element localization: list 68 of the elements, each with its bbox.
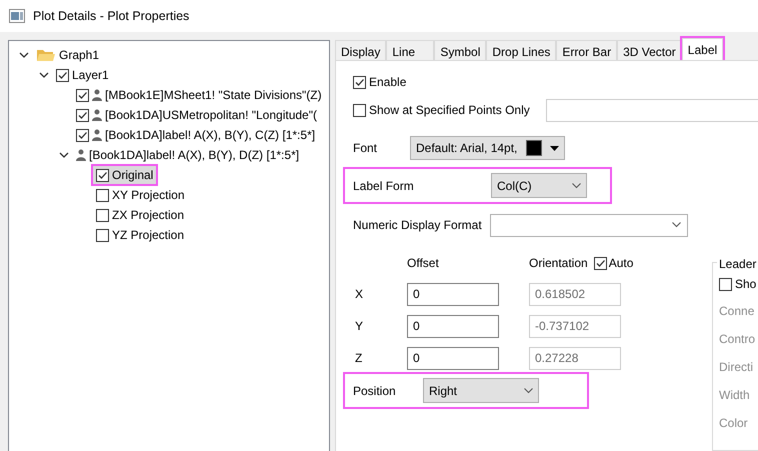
checkbox[interactable] (76, 88, 89, 102)
input-field[interactable]: 0.618502 (529, 282, 621, 306)
dropdown[interactable]: Right (423, 378, 539, 403)
tree-item[interactable]: [Book1DA]label! A(X), B(Y), D(Z) [1*:5*] (89, 146, 300, 164)
tree-item[interactable]: Layer1 (72, 66, 109, 84)
axis-label: Y (354, 318, 364, 335)
field-label: Font (353, 140, 378, 157)
tree-item[interactable]: Graph1 (59, 46, 100, 64)
input-field[interactable]: -0.737102 (529, 314, 621, 338)
checkbox[interactable] (353, 104, 366, 116)
tree-item[interactable]: XY Projection (93, 186, 188, 204)
field-label: Width (719, 387, 750, 404)
column-header: Offset (407, 255, 440, 272)
axis-label: X (354, 286, 364, 303)
caret-icon (550, 146, 559, 150)
field-label: Position (353, 382, 397, 400)
chevron-icon (572, 182, 581, 188)
tree-item[interactable]: [MBook1E]MSheet1! "State Divisions"(Z) (105, 86, 322, 104)
field-label: Label Form (353, 178, 415, 194)
tree-item[interactable]: YZ Projection (93, 226, 188, 244)
field-label: Color (719, 415, 748, 432)
checkbox[interactable] (594, 256, 607, 270)
folder-icon (36, 48, 56, 62)
axis-label: Z (354, 350, 364, 367)
field-label: Contro (719, 331, 756, 348)
person-icon (92, 129, 102, 141)
column-header: Orientation (529, 255, 588, 272)
checkbox[interactable] (96, 228, 109, 242)
checkbox[interactable] (76, 128, 89, 142)
tab[interactable]: Display (335, 40, 386, 60)
input-field[interactable]: 0 (407, 314, 499, 338)
chevron-icon (524, 388, 533, 394)
checkbox[interactable] (96, 188, 109, 202)
input-field[interactable] (546, 98, 758, 122)
tab[interactable]: Error Bar (556, 40, 618, 60)
checkbox-label: Sho (735, 276, 756, 293)
person-icon (76, 149, 86, 161)
tree-item[interactable]: [Book1DA]USMetropolitan! "Longitude"( (105, 106, 317, 124)
checkbox-label: Enable (369, 74, 406, 91)
chevron-icon (672, 222, 681, 228)
checkbox-label: Show at Specified Points Only (369, 102, 530, 119)
window-title: Plot Details - Plot Properties (33, 8, 190, 25)
checkbox[interactable] (96, 208, 109, 222)
app-icon (9, 9, 25, 23)
tab[interactable]: 3D Vector (617, 40, 682, 60)
tree-item[interactable]: Original (93, 166, 156, 184)
person-icon (92, 109, 102, 121)
field-label: Directi (719, 359, 754, 376)
tab[interactable]: Label (682, 38, 724, 60)
tree-item[interactable]: ZX Projection (93, 206, 188, 224)
checkbox[interactable] (76, 108, 89, 122)
input-field[interactable]: 0.27228 (529, 346, 621, 370)
checkbox[interactable] (353, 76, 366, 88)
tab[interactable]: Line (386, 40, 434, 60)
checkbox[interactable] (719, 278, 732, 290)
field-label: Numeric Display Format (353, 217, 483, 234)
input-field[interactable]: 0 (407, 282, 499, 306)
checkbox[interactable] (96, 168, 109, 182)
tab[interactable]: Symbol (434, 40, 486, 60)
dropdown[interactable]: Col(C) (491, 173, 587, 198)
input-field[interactable]: 0 (407, 346, 499, 370)
checkbox-label: Auto (608, 255, 634, 272)
font-dropdown[interactable]: Default: Arial, 14pt, (410, 136, 565, 160)
person-icon (92, 89, 102, 101)
checkbox[interactable] (56, 68, 69, 82)
field-label: Conne (719, 303, 754, 320)
tab[interactable]: Drop Lines (486, 40, 556, 60)
tree-item[interactable]: [Book1DA]label! A(X), B(Y), C(Z) [1*:5*] (105, 126, 316, 144)
